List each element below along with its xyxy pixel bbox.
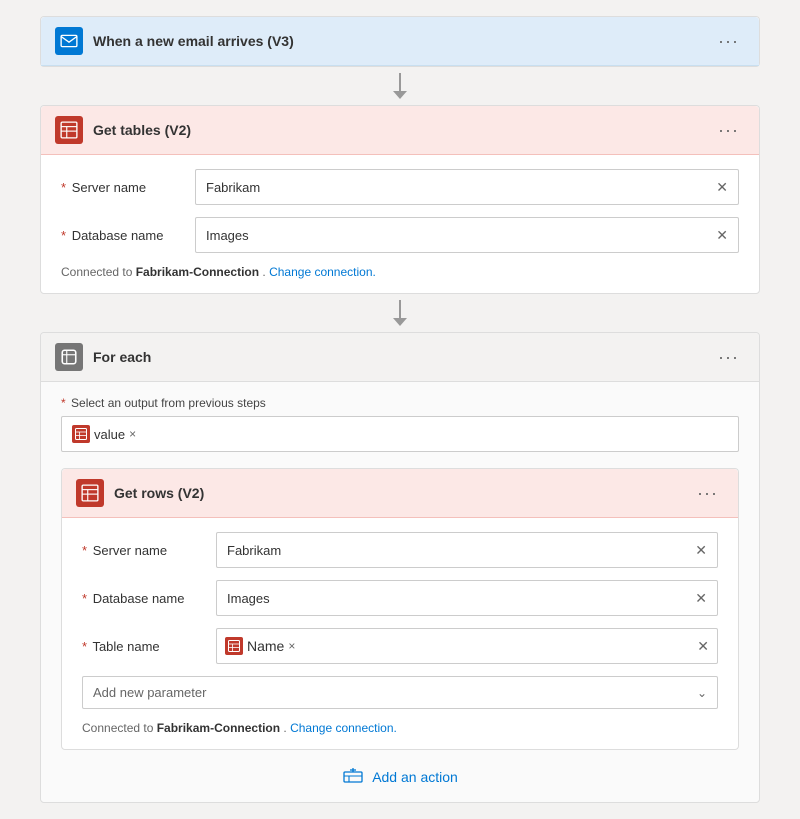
get-rows-db-clear[interactable]: ✕ (695, 590, 707, 607)
add-action-icon (342, 766, 364, 788)
get-rows-icon (76, 479, 104, 507)
foreach-header[interactable]: For each ··· (41, 333, 759, 382)
get-rows-table-sql-icon (228, 640, 240, 652)
add-action-container[interactable]: Add an action (61, 766, 739, 788)
get-rows-card: Get rows (V2) ··· * Server name Fabrikam… (61, 468, 739, 750)
flow-container: When a new email arrives (V3) ··· Get ta… (40, 16, 760, 803)
get-tables-db-label: * Database name (61, 228, 181, 243)
foreach-select-label: * Select an output from previous steps (61, 396, 739, 410)
get-rows-table-input[interactable]: Name × ✕ (216, 628, 718, 664)
arrow-line-2 (399, 300, 401, 318)
get-rows-title: Get rows (V2) (114, 485, 681, 501)
add-action-svg-icon (342, 766, 364, 788)
get-rows-db-label: * Database name (82, 591, 202, 606)
get-tables-title: Get tables (V2) (93, 122, 702, 138)
get-tables-connection: Connected to Fabrikam-Connection . Chang… (61, 265, 739, 279)
get-rows-table-clear[interactable]: ✕ (697, 638, 709, 655)
trigger-header[interactable]: When a new email arrives (V3) ··· (41, 17, 759, 66)
get-rows-table-label: * Table name (82, 639, 202, 654)
get-rows-add-param-label: Add new parameter (93, 685, 206, 700)
foreach-token-icon (72, 425, 90, 443)
foreach-token-input[interactable]: value × (61, 416, 739, 452)
foreach-icon (55, 343, 83, 371)
get-rows-header[interactable]: Get rows (V2) ··· (62, 469, 738, 518)
arrow-line-1 (399, 73, 401, 91)
foreach-menu[interactable]: ··· (712, 345, 745, 370)
arrow-head-2 (393, 318, 407, 326)
get-tables-header[interactable]: Get tables (V2) ··· (41, 106, 759, 155)
foreach-token-sql-icon (75, 428, 87, 440)
get-rows-server-row: * Server name Fabrikam ✕ (82, 532, 718, 568)
get-tables-menu[interactable]: ··· (712, 118, 745, 143)
trigger-icon (55, 27, 83, 55)
get-rows-server-label: * Server name (82, 543, 202, 558)
get-tables-server-clear[interactable]: ✕ (716, 179, 728, 196)
trigger-menu[interactable]: ··· (712, 29, 745, 54)
get-rows-sql-icon (81, 484, 99, 502)
get-rows-table-token-remove[interactable]: × (288, 639, 295, 653)
foreach-body: * Select an output from previous steps v… (41, 382, 759, 802)
get-rows-server-input[interactable]: Fabrikam ✕ (216, 532, 718, 568)
get-tables-db-required: * (61, 228, 66, 243)
trigger-title: When a new email arrives (V3) (93, 33, 702, 49)
email-icon (60, 32, 78, 50)
foreach-token-label: value (94, 427, 125, 442)
get-tables-server-row: * Server name Fabrikam ✕ (61, 169, 739, 205)
chevron-down-icon: ⌄ (697, 686, 707, 700)
get-tables-change-connection[interactable]: Change connection. (269, 265, 376, 279)
get-rows-db-row: * Database name Images ✕ (82, 580, 718, 616)
get-rows-add-param[interactable]: Add new parameter ⌄ (82, 676, 718, 709)
foreach-card: For each ··· * Select an output from pre… (40, 332, 760, 803)
get-tables-icon (55, 116, 83, 144)
get-rows-db-input[interactable]: Images ✕ (216, 580, 718, 616)
get-tables-server-input[interactable]: Fabrikam ✕ (195, 169, 739, 205)
foreach-required: * (61, 396, 69, 410)
get-rows-table-row: * Table name (82, 628, 718, 664)
arrow-1 (393, 67, 407, 105)
get-tables-db-clear[interactable]: ✕ (716, 227, 728, 244)
get-tables-db-value: Images (206, 228, 249, 243)
get-rows-db-value: Images (227, 591, 270, 606)
foreach-title: For each (93, 349, 702, 365)
arrow-2 (393, 294, 407, 332)
get-rows-server-clear[interactable]: ✕ (695, 542, 707, 559)
get-tables-body: * Server name Fabrikam ✕ * Database name… (41, 155, 759, 293)
get-rows-server-value: Fabrikam (227, 543, 281, 558)
get-tables-db-input[interactable]: Images ✕ (195, 217, 739, 253)
get-rows-table-token: Name × (225, 637, 295, 655)
add-action-label[interactable]: Add an action (372, 769, 458, 785)
get-tables-server-value: Fabrikam (206, 180, 260, 195)
get-rows-connection: Connected to Fabrikam-Connection . Chang… (82, 721, 718, 735)
get-tables-server-required: * (61, 180, 66, 195)
trigger-card: When a new email arrives (V3) ··· (40, 16, 760, 67)
get-tables-card: Get tables (V2) ··· * Server name Fabrik… (40, 105, 760, 294)
get-rows-table-token-icon (225, 637, 243, 655)
sql-table-icon (60, 121, 78, 139)
arrow-head-1 (393, 91, 407, 99)
get-rows-body: * Server name Fabrikam ✕ * Database name (62, 518, 738, 749)
get-tables-db-row: * Database name Images ✕ (61, 217, 739, 253)
foreach-value-token: value × (72, 425, 136, 443)
get-tables-server-label: * Server name (61, 180, 181, 195)
get-rows-menu[interactable]: ··· (691, 481, 724, 506)
get-rows-table-token-name: Name (247, 638, 284, 654)
foreach-token-remove[interactable]: × (129, 427, 136, 441)
foreach-loop-icon (60, 348, 78, 366)
get-rows-change-connection[interactable]: Change connection. (290, 721, 397, 735)
